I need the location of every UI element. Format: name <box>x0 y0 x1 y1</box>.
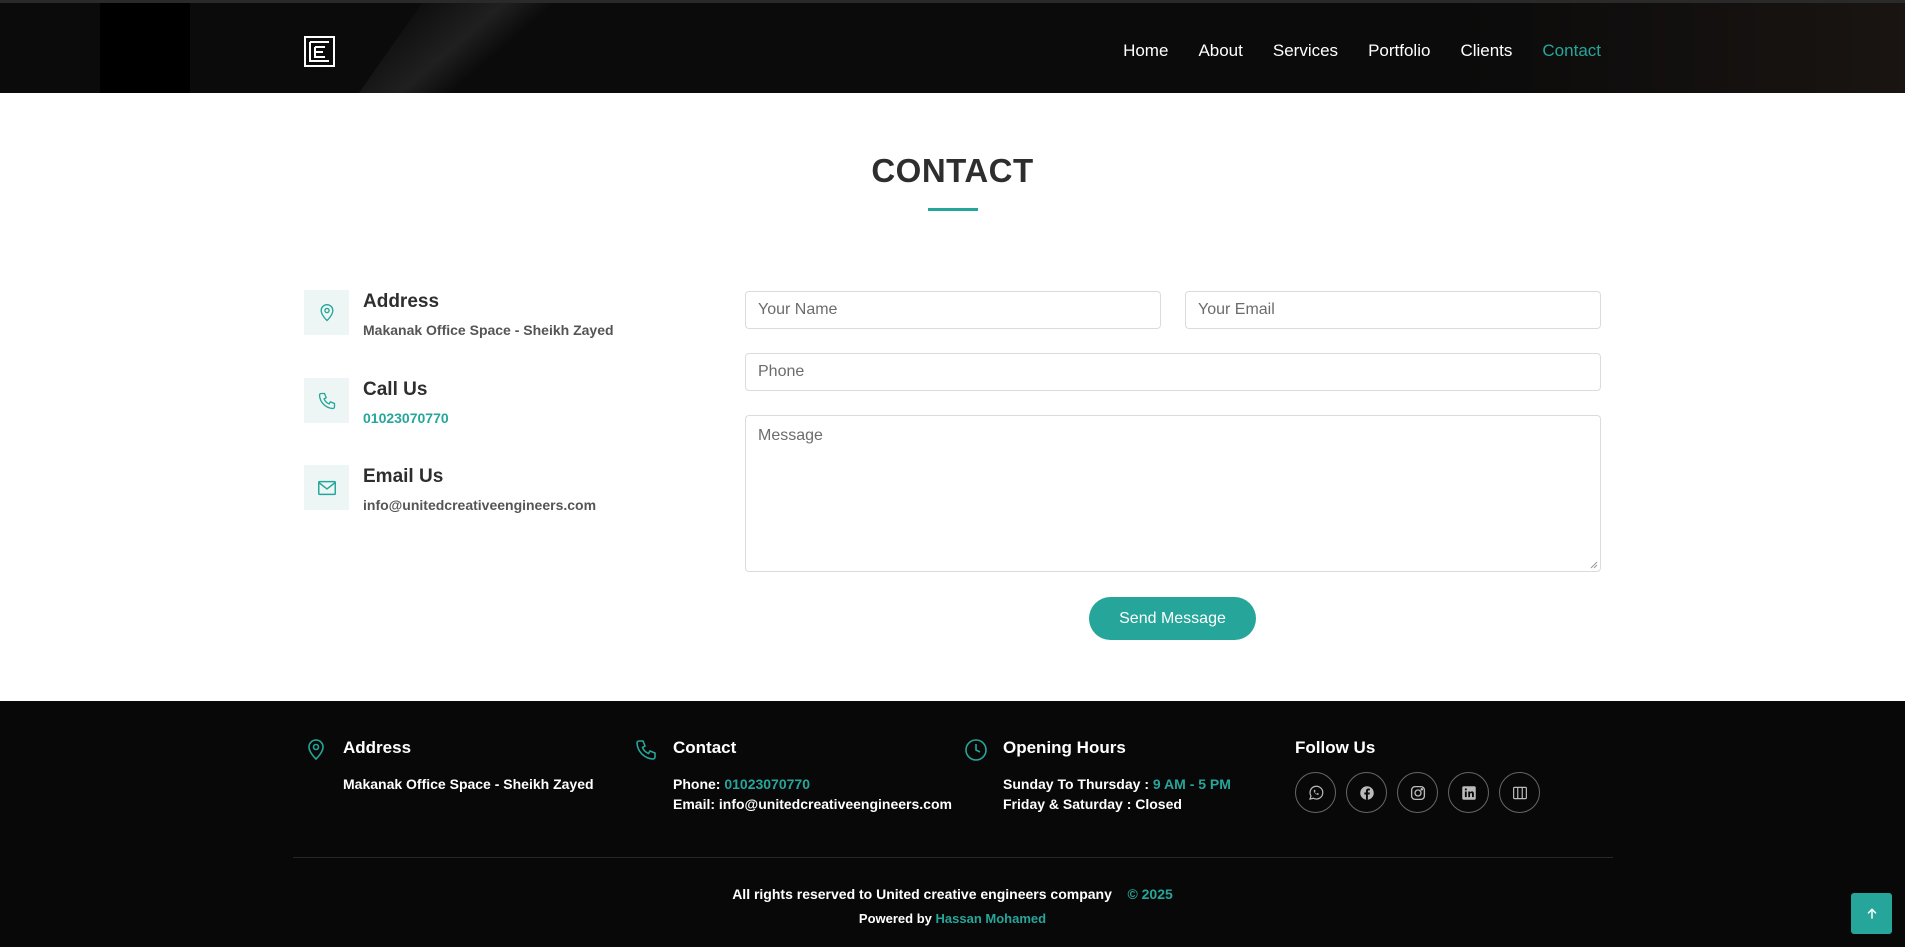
footer-email-value[interactable]: info@unitedcreativeengineers.com <box>719 796 952 812</box>
clock-icon <box>965 739 987 761</box>
phone-input[interactable]: Phone <box>745 353 1601 391</box>
footer-weekday-label: Sunday To Thursday : <box>1003 776 1149 792</box>
back-to-top-button[interactable] <box>1851 893 1892 934</box>
footer-follow-heading: Follow Us <box>1295 738 1376 757</box>
nav-about[interactable]: About <box>1198 41 1242 61</box>
message-textarea[interactable]: Message <box>745 415 1601 572</box>
powered-label: Powered by <box>858 911 932 926</box>
footer-phone-line: Phone: 01023070770 <box>673 776 954 792</box>
uce-logo-icon[interactable] <box>304 36 335 67</box>
phone-icon <box>636 740 656 760</box>
footer-weekday-line: Sunday To Thursday : 9 AM - 5 PM <box>1003 776 1264 792</box>
nav-services[interactable]: Services <box>1273 41 1338 61</box>
social-links <box>1295 772 1595 813</box>
copyright: All rights reserved to United creative e… <box>0 886 1905 902</box>
info-address-heading: Address <box>363 291 440 312</box>
map-pin-icon <box>304 290 349 335</box>
info-call-value[interactable]: 01023070770 <box>363 410 449 426</box>
email-input[interactable]: Your Email <box>1185 291 1601 329</box>
instagram-icon[interactable] <box>1397 772 1438 813</box>
send-message-button[interactable]: Send Message <box>1089 597 1256 640</box>
footer-divider <box>293 857 1613 858</box>
facebook-icon[interactable] <box>1346 772 1387 813</box>
header-decoration <box>100 3 190 93</box>
footer-address-heading: Address <box>343 738 412 757</box>
linkedin-icon[interactable] <box>1448 772 1489 813</box>
whatsapp-icon[interactable] <box>1295 772 1336 813</box>
nav-contact[interactable]: Contact <box>1542 41 1601 61</box>
powered-by: Powered by Hassan Mohamed <box>0 911 1905 926</box>
footer-phone-value[interactable]: 01023070770 <box>724 776 810 792</box>
main-nav: Home About Services Portfolio Clients Co… <box>1093 41 1601 61</box>
site-header: Home About Services Portfolio Clients Co… <box>0 0 1905 93</box>
section-title: CONTACT <box>871 152 1034 189</box>
info-address-value: Makanak Office Space - Sheikh Zayed <box>363 322 614 338</box>
footer-contact-heading: Contact <box>673 738 737 757</box>
resize-grip-icon[interactable] <box>1589 560 1598 569</box>
copyright-year: © 2025 <box>1127 886 1173 902</box>
footer-hours: Opening Hours Sunday To Thursday : 9 AM … <box>964 738 1264 812</box>
map-icon[interactable] <box>1499 772 1540 813</box>
arrow-up-icon <box>1866 907 1877 919</box>
info-email-heading: Email Us <box>363 466 444 487</box>
footer-weekday-hours: 9 AM - 5 PM <box>1152 776 1231 792</box>
nav-clients[interactable]: Clients <box>1460 41 1512 61</box>
message-placeholder: Message <box>758 427 823 444</box>
footer-contact: Contact Phone: 01023070770 Email: info@u… <box>634 738 954 812</box>
header-decoration <box>309 3 611 93</box>
map-pin-icon <box>308 739 324 761</box>
footer-address-line: Makanak Office Space - Sheikh Zayed <box>343 776 594 792</box>
footer-hours-heading: Opening Hours <box>1003 738 1126 757</box>
footer-weekend-line: Friday & Saturday : Closed <box>1003 796 1182 812</box>
title-underline <box>928 208 978 211</box>
phone-icon <box>304 378 349 423</box>
footer-address: Address Makanak Office Space - Sheikh Za… <box>304 738 604 792</box>
name-input[interactable]: Your Name <box>745 291 1161 329</box>
envelope-icon <box>304 465 349 510</box>
info-email: Email Us info@unitedcreativeengineers.co… <box>304 465 596 513</box>
footer-phone-label: Phone: <box>673 776 721 792</box>
nav-portfolio[interactable]: Portfolio <box>1368 41 1430 61</box>
info-address: Address Makanak Office Space - Sheikh Za… <box>304 290 614 338</box>
info-call: Call Us 01023070770 <box>304 378 449 426</box>
footer-email-line: Email: info@unitedcreativeengineers.com <box>673 796 954 812</box>
info-call-heading: Call Us <box>363 379 428 400</box>
footer-email-label: Email: <box>673 796 716 812</box>
info-email-value[interactable]: info@unitedcreativeengineers.com <box>363 497 596 513</box>
footer-follow: Follow Us <box>1295 738 1595 813</box>
powered-name[interactable]: Hassan Mohamed <box>936 911 1047 926</box>
nav-home[interactable]: Home <box>1123 41 1168 61</box>
copyright-text: All rights reserved to United creative e… <box>732 886 1112 902</box>
